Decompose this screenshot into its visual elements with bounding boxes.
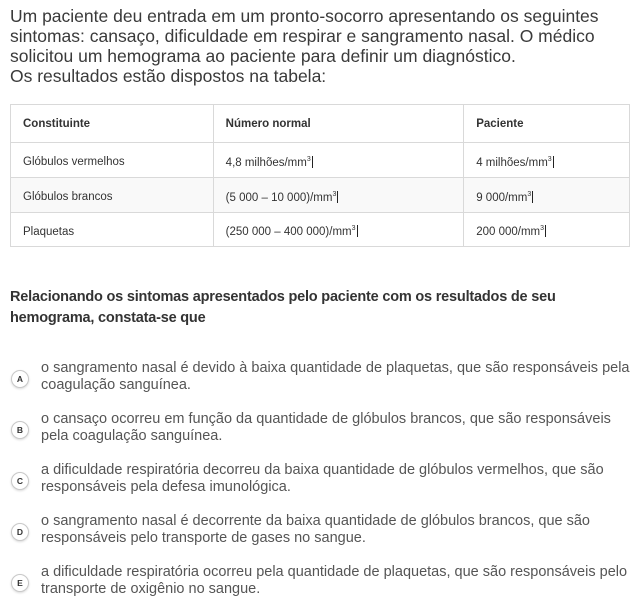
cell-normal: (5 000 – 10 000)/mm3 bbox=[212, 177, 465, 213]
table-row: Glóbulos brancos (5 000 – 10 000)/mm3 9 … bbox=[10, 177, 630, 213]
option-letter-badge[interactable]: B bbox=[11, 421, 29, 439]
column-header-normal: Número normal bbox=[212, 104, 465, 143]
answer-option-d[interactable]: D o sangramento nasal é decorrente da ba… bbox=[10, 513, 630, 564]
cell-constituent: Plaquetas bbox=[10, 212, 214, 247]
cell-normal: 4,8 milhões/mm3 bbox=[212, 142, 465, 178]
cell-patient: 9 000/mm3 bbox=[463, 177, 630, 213]
option-text[interactable]: a dificuldade respiratória decorreu da b… bbox=[41, 462, 631, 496]
table-header-row: Constituinte Número normal Paciente bbox=[10, 104, 630, 143]
option-letter-badge[interactable]: C bbox=[11, 472, 29, 490]
option-text[interactable]: o cansaço ocorreu em função da quantidad… bbox=[41, 411, 631, 445]
column-header-patient: Paciente bbox=[463, 104, 630, 143]
cell-patient: 4 milhões/mm3 bbox=[463, 142, 630, 178]
table-row: Plaquetas (250 000 – 400 000)/mm3 200 00… bbox=[10, 212, 630, 247]
answer-option-e[interactable]: E a dificuldade respiratória ocorreu pel… bbox=[10, 564, 630, 600]
option-text[interactable]: o sangramento nasal é decorrente da baix… bbox=[41, 513, 631, 547]
intro-text-table-ref: Os resultados estão dispostos na tabela: bbox=[10, 66, 327, 86]
cell-constituent: Glóbulos vermelhos bbox=[10, 142, 214, 178]
cell-patient: 200 000/mm3 bbox=[463, 212, 630, 247]
option-text[interactable]: a dificuldade respiratória ocorreu pela … bbox=[41, 564, 631, 598]
option-letter-badge[interactable]: A bbox=[11, 370, 29, 388]
answer-options: A o sangramento nasal é devido à baixa q… bbox=[10, 360, 630, 600]
table-row: Glóbulos vermelhos 4,8 milhões/mm3 4 mil… bbox=[10, 142, 630, 178]
answer-option-c[interactable]: C a dificuldade respiratória decorreu da… bbox=[10, 462, 630, 513]
intro-text: Um paciente deu entrada em um pronto-soc… bbox=[10, 6, 599, 66]
results-table: Constituinte Número normal Paciente Glób… bbox=[10, 104, 630, 247]
question-intro: Um paciente deu entrada em um pronto-soc… bbox=[10, 6, 635, 86]
option-letter-badge[interactable]: D bbox=[11, 523, 29, 541]
cell-constituent: Glóbulos brancos bbox=[10, 177, 214, 213]
question-prompt: Relacionando os sintomas apresentados pe… bbox=[10, 289, 556, 326]
option-letter-badge[interactable]: E bbox=[11, 574, 29, 592]
answer-option-a[interactable]: A o sangramento nasal é devido à baixa q… bbox=[10, 360, 630, 411]
answer-option-b[interactable]: B o cansaço ocorreu em função da quantid… bbox=[10, 411, 630, 462]
option-text[interactable]: o sangramento nasal é devido à baixa qua… bbox=[41, 360, 631, 394]
column-header-constituent: Constituinte bbox=[10, 104, 214, 143]
cell-normal: (250 000 – 400 000)/mm3 bbox=[212, 212, 465, 247]
